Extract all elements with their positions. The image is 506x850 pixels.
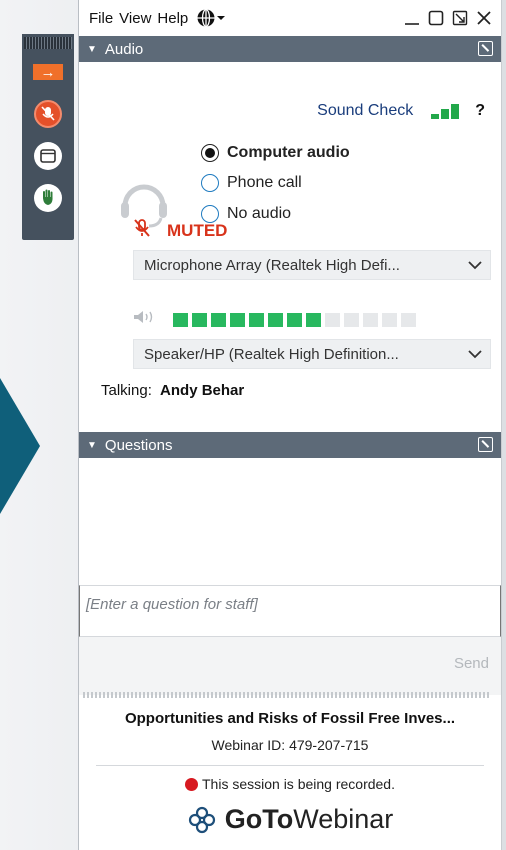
recording-text: This session is being recorded. xyxy=(202,776,395,792)
computer-audio-label: Computer audio xyxy=(227,144,350,161)
level-segment xyxy=(344,312,359,327)
close-button[interactable] xyxy=(475,8,493,28)
speaker-value: Speaker/HP (Realtek High Definition... xyxy=(144,345,399,363)
speaker-level-meter xyxy=(173,312,416,327)
menu-file[interactable]: File xyxy=(89,10,113,27)
speaker-level xyxy=(133,310,416,329)
question-input[interactable] xyxy=(79,585,501,637)
restore-button[interactable] xyxy=(427,8,445,28)
mute-toggle-button[interactable] xyxy=(22,95,74,133)
level-segment xyxy=(249,312,264,327)
resize-divider[interactable] xyxy=(83,692,491,698)
level-segment xyxy=(230,312,245,327)
help-icon[interactable]: ? xyxy=(475,102,485,120)
talking-name: Andy Behar xyxy=(160,382,245,399)
level-segment xyxy=(268,312,283,327)
phone-call-option[interactable]: Phone call xyxy=(201,174,302,192)
collapse-panel-button[interactable]: → xyxy=(22,53,74,91)
talking-label: Talking: xyxy=(101,382,152,399)
questions-section-header[interactable]: ▼ Questions xyxy=(79,432,501,458)
menu-view[interactable]: View xyxy=(119,10,151,27)
sound-check: Sound Check ? xyxy=(317,102,485,120)
gotowebinar-flower-icon xyxy=(188,806,215,833)
level-segment xyxy=(363,312,378,327)
chevron-down-icon xyxy=(468,350,482,359)
restore-icon xyxy=(428,10,444,26)
phone-call-label: Phone call xyxy=(227,174,302,191)
signal-bars-icon xyxy=(431,103,460,119)
brand-webinar: Webinar xyxy=(293,804,394,834)
collapse-triangle-icon: ▼ xyxy=(87,43,97,55)
caret-down-icon xyxy=(217,16,226,20)
collapse-triangle-icon: ▼ xyxy=(87,439,97,451)
menu-help[interactable]: Help xyxy=(157,10,188,27)
minimize-icon xyxy=(405,23,419,25)
radio-button-selected[interactable] xyxy=(201,144,219,162)
questions-header-label: Questions xyxy=(104,436,173,454)
rail-grip[interactable] xyxy=(24,37,72,49)
webinar-footer: Opportunities and Risks of Fossil Free I… xyxy=(79,700,501,835)
level-segment xyxy=(192,312,207,327)
audio-popout-icon[interactable] xyxy=(478,41,493,56)
collapse-arrow-icon: → xyxy=(33,64,63,80)
speaker-select[interactable]: Speaker/HP (Realtek High Definition... xyxy=(133,339,491,369)
level-segment xyxy=(211,312,226,327)
screen-icon xyxy=(34,142,62,170)
level-segment xyxy=(173,312,188,327)
raise-hand-button[interactable] xyxy=(22,179,74,217)
background-arrow-shape xyxy=(0,378,40,514)
raise-hand-icon xyxy=(34,184,62,212)
webinar-title: Opportunities and Risks of Fossil Free I… xyxy=(124,710,456,727)
mic-muted-icon xyxy=(133,218,151,243)
send-button[interactable]: Send xyxy=(454,655,489,672)
level-segment xyxy=(287,312,302,327)
microphone-select[interactable]: Microphone Array (Realtek High Defi... xyxy=(133,250,491,280)
gotowebinar-logo: GoTo Webinar xyxy=(79,804,501,835)
audio-header-label: Audio xyxy=(104,40,144,58)
brand-goto: GoTo xyxy=(224,804,294,834)
close-icon xyxy=(477,11,491,25)
mic-muted-icon xyxy=(34,100,62,128)
radio-button[interactable] xyxy=(201,174,219,192)
webinar-id: Webinar ID: 479-207-715 xyxy=(211,737,369,753)
popout-button[interactable] xyxy=(451,8,469,28)
sound-check-link[interactable]: Sound Check xyxy=(317,102,413,120)
window-controls xyxy=(403,8,493,28)
speaker-volume-icon xyxy=(133,310,159,329)
no-audio-label: No audio xyxy=(227,205,292,222)
microphone-value: Microphone Array (Realtek High Defi... xyxy=(144,256,400,274)
level-segment xyxy=(306,312,321,327)
audio-section: Sound Check ? Computer audio Phone call xyxy=(79,62,501,456)
gotowebinar-control-panel: File View Help ▼ Audio Sound Check ? Com… xyxy=(78,0,502,850)
audio-section-header[interactable]: ▼ Audio xyxy=(79,36,501,62)
chevron-down-icon xyxy=(468,261,482,270)
level-segment xyxy=(382,312,397,327)
minimize-button[interactable] xyxy=(403,8,421,28)
screen-share-button[interactable] xyxy=(22,137,74,175)
muted-label: MUTED xyxy=(167,220,228,240)
talking-indicator: Talking: Andy Behar xyxy=(101,382,244,399)
globe-icon xyxy=(197,8,215,28)
questions-log xyxy=(79,458,501,585)
questions-popout-icon[interactable] xyxy=(478,437,493,452)
recording-dot-icon xyxy=(185,777,198,791)
footer-divider xyxy=(96,765,484,766)
computer-audio-option[interactable]: Computer audio xyxy=(201,144,350,162)
question-send-area: Send xyxy=(79,637,501,695)
control-rail: → xyxy=(22,34,74,240)
recording-notice: This session is being recorded. xyxy=(79,776,501,792)
language-menu[interactable] xyxy=(196,8,226,28)
level-segment xyxy=(401,312,416,327)
level-segment xyxy=(325,312,340,327)
mute-status[interactable]: MUTED xyxy=(133,218,227,243)
popout-icon xyxy=(452,10,468,26)
